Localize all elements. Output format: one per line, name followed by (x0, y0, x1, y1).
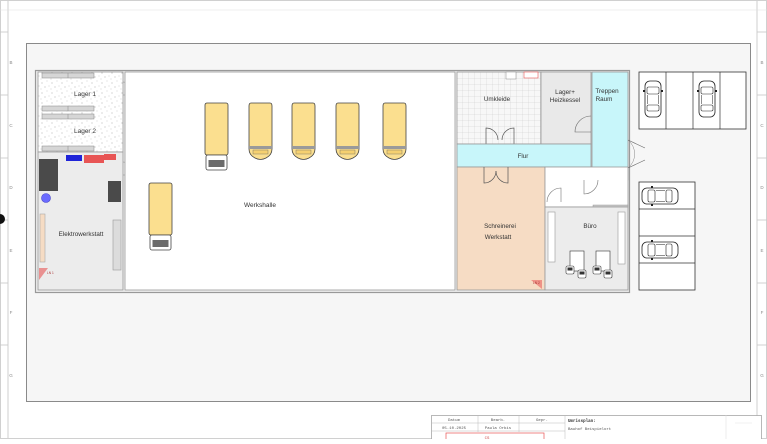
company-stamp (445, 432, 545, 444)
blue-marker (41, 193, 51, 203)
room-label-treppenraum: Treppen (595, 88, 619, 95)
title-block-header: Bearb. (491, 418, 505, 423)
room-label-treppenraum: Raum (596, 96, 613, 103)
car (696, 80, 718, 118)
blue-bench (66, 155, 82, 161)
room-label-werkshalle: Werkshalle (244, 202, 276, 209)
room-label-heizkessel: Lager+ (555, 89, 575, 96)
cabinet (108, 181, 121, 202)
car (642, 80, 664, 118)
room-buero (544, 206, 629, 291)
title-block-header: Gepr. (536, 418, 548, 423)
room-label-flur: Flur (518, 153, 529, 160)
title-block-value: Paula Orbis (485, 426, 512, 431)
title-block-header: Datum (448, 419, 461, 423)
room-heizkessel (540, 71, 592, 145)
title-block-title-value: Bauhof Beispielort (568, 427, 611, 432)
border-label-right: G (760, 373, 764, 378)
trailer (335, 102, 360, 160)
border-label-left: B (9, 60, 12, 65)
border-label-left: G (9, 373, 13, 378)
room-label-schreinerei: Schreinerei (484, 223, 516, 230)
workbench (112, 219, 122, 271)
room-label-heizkessel: Heizkessel (550, 97, 580, 104)
title-block-title-label: Umrissplan: (568, 419, 596, 424)
office-cabinet (617, 211, 626, 265)
truck (204, 102, 229, 171)
red-bench (84, 155, 104, 163)
floor-plan-drawing: B C D E F G B C D E F G Lager 1 Lager 2 … (0, 0, 767, 444)
office-cabinet (547, 211, 556, 263)
room-lager (37, 71, 124, 153)
room-label-lager1: Lager 1 (74, 91, 96, 98)
room-label-lager2: Lager 2 (74, 128, 96, 135)
border-label-left: F (10, 310, 13, 315)
chair (565, 265, 575, 275)
trailer (291, 102, 316, 160)
chair (603, 269, 613, 279)
car (641, 239, 679, 261)
chair (577, 269, 587, 279)
trailer (382, 102, 407, 160)
car (641, 185, 679, 207)
room-label-elektrowerkstatt: Elektrowerkstatt (59, 231, 104, 238)
plan-canvas: B C D E F G B C D E F G Lager 1 Lager 2 … (0, 0, 767, 444)
title-block-value: 05.10.2025 (442, 427, 467, 431)
room-label-umkleide: Umkleide (484, 96, 511, 103)
trailer (248, 102, 273, 160)
room-label-schreinerei: Werkstatt (485, 234, 512, 241)
chair (592, 265, 602, 275)
marker-label: LN 1 (47, 271, 54, 275)
border-label-right: E (760, 248, 763, 253)
border-label-left: E (9, 248, 12, 253)
room-umkleide (456, 71, 542, 145)
border-label-right: B (760, 60, 763, 65)
room-vorraum (544, 166, 629, 208)
border-label-right: F (761, 310, 764, 315)
red-bench (104, 154, 116, 160)
room-label-buero: Büro (583, 223, 597, 230)
workbench (39, 213, 46, 263)
title-block: Datum Bearb. Gepr. 05.10.2025 Paula Orbi… (431, 415, 762, 444)
marker-label: LN 2 (533, 281, 540, 285)
cabinet (39, 159, 58, 191)
truck (148, 182, 173, 251)
